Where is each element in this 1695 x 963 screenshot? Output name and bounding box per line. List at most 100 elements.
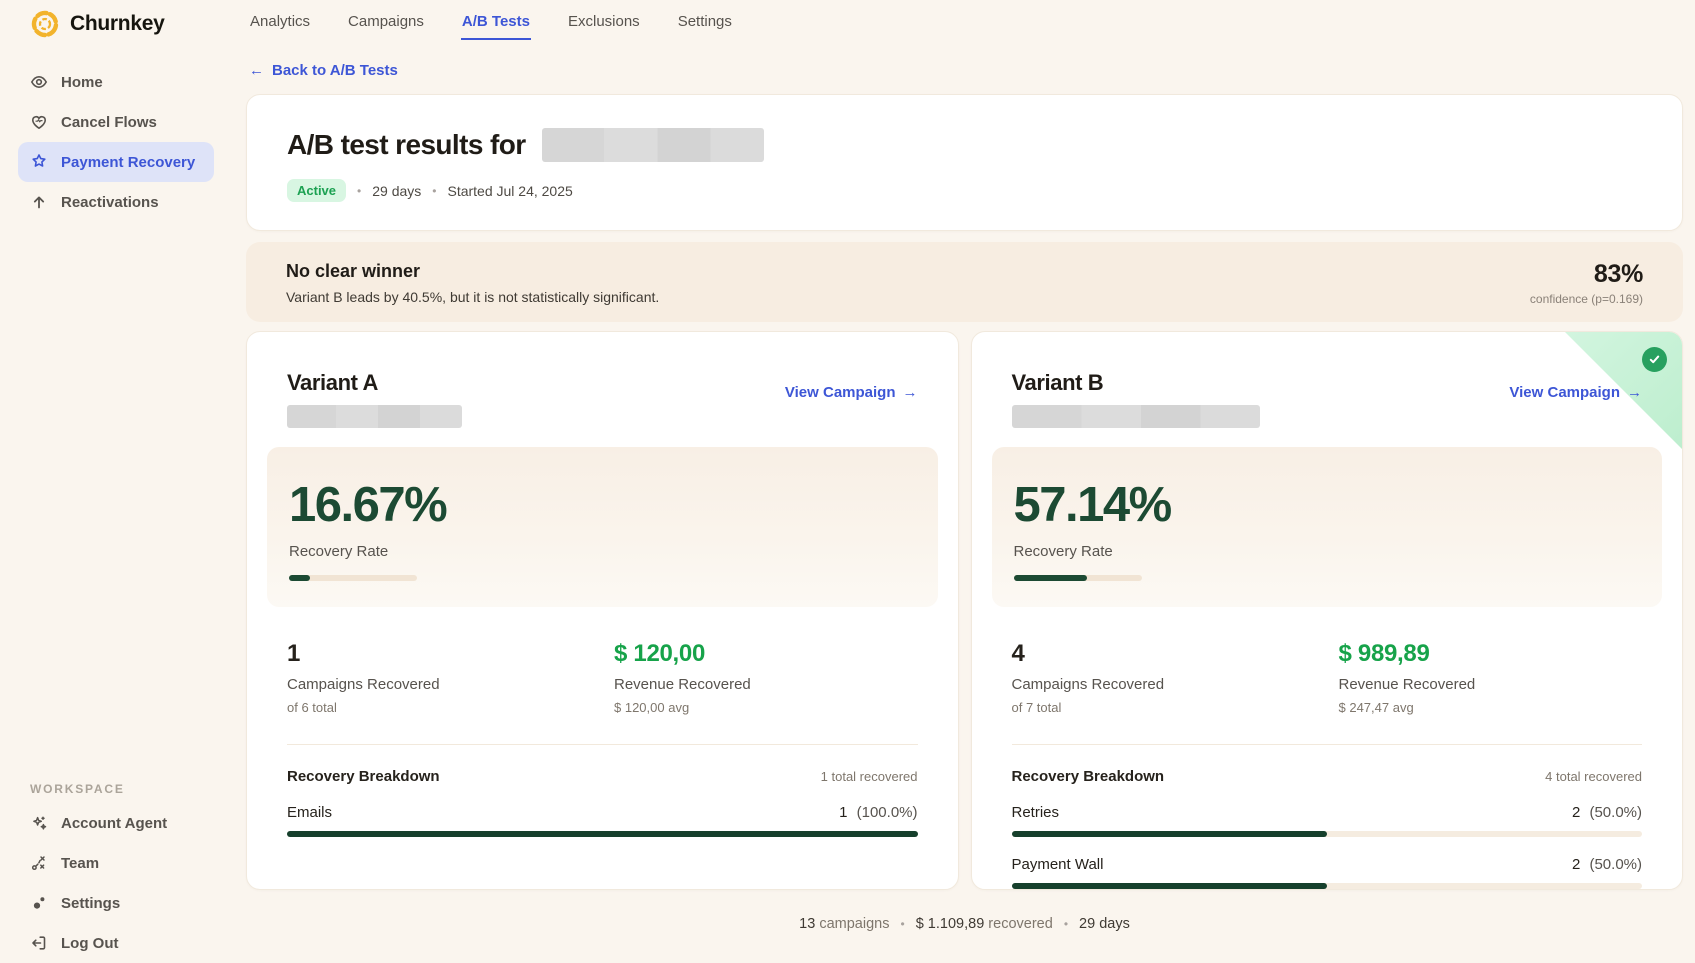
status-badge: Active: [287, 179, 346, 202]
campaigns-total-text: of 6 total: [287, 700, 614, 715]
recovery-rate-label: Recovery Rate: [1014, 543, 1641, 560]
sidebar-item-label: Settings: [61, 895, 120, 912]
star-icon: [30, 153, 48, 171]
campaigns-recovered-value: 1: [287, 640, 614, 668]
revenue-avg-text: $ 247,47 avg: [1339, 700, 1476, 715]
confidence-label: confidence (p=0.169): [1530, 292, 1643, 306]
breakdown-title: Recovery Breakdown: [1012, 768, 1165, 785]
recovery-rate-bar-fill: [289, 575, 310, 581]
sidebar-item-account-agent[interactable]: Account Agent: [18, 803, 214, 843]
arrow-up-icon: [30, 193, 48, 211]
back-link-label: Back to A/B Tests: [272, 62, 398, 79]
recovery-rate-bar-fill: [1014, 575, 1087, 581]
workspace-label: WORKSPACE: [18, 782, 214, 796]
revenue-recovered-value: $ 989,89: [1339, 640, 1476, 668]
sidebar-item-label: Log Out: [61, 935, 118, 952]
recovery-breakdown: Recovery Breakdown 4 total recovered Ret…: [972, 745, 1683, 889]
sidebar-nav: Home Cancel Flows Payment Recovery: [18, 62, 214, 222]
breakdown-label: Payment Wall: [1012, 856, 1104, 873]
sidebar-item-payment-recovery[interactable]: Payment Recovery: [18, 142, 214, 182]
meta-separator: •: [432, 184, 436, 198]
sidebar-item-label: Cancel Flows: [61, 114, 157, 131]
breakdown-value: 2: [1572, 856, 1580, 873]
view-campaign-label: View Campaign: [785, 384, 896, 401]
sidebar: Home Cancel Flows Payment Recovery: [0, 0, 228, 947]
result-banner: No clear winner Variant B leads by 40.5%…: [246, 242, 1683, 322]
logout-icon: [30, 934, 48, 952]
winner-check-icon: [1642, 347, 1667, 372]
sidebar-item-cancel-flows[interactable]: Cancel Flows: [18, 102, 214, 142]
campaigns-recovered-label: Campaigns Recovered: [287, 676, 614, 693]
view-campaign-link[interactable]: View Campaign →: [785, 384, 918, 401]
summary-separator: •: [900, 917, 904, 931]
view-campaign-link[interactable]: View Campaign →: [1509, 384, 1642, 401]
breakdown-row-retries: Retries 2 (50.0%): [1012, 804, 1643, 837]
recovery-rate-bar-track: [1014, 575, 1142, 581]
summary-campaigns-value: 13: [799, 916, 815, 932]
campaigns-recovered-label: Campaigns Recovered: [1012, 676, 1339, 693]
breakdown-bar-fill: [1012, 883, 1327, 889]
breakdown-row-emails: Emails 1 (100.0%): [287, 804, 918, 837]
variant-name: Variant A: [287, 370, 462, 396]
back-arrow-icon: ←: [249, 62, 264, 79]
breakdown-value: 2: [1572, 804, 1580, 821]
recovery-rate-label: Recovery Rate: [289, 543, 916, 560]
sidebar-item-label: Payment Recovery: [61, 154, 195, 171]
back-to-ab-tests-link[interactable]: ← Back to A/B Tests: [249, 62, 398, 79]
summary-days-value: 29 days: [1079, 916, 1130, 932]
recovery-rate-value: 57.14%: [1014, 481, 1641, 530]
banner-subtitle: Variant B leads by 40.5%, but it is not …: [286, 289, 659, 305]
revenue-recovered-stat: $ 120,00 Revenue Recovered $ 120,00 avg: [614, 640, 751, 715]
started-text: Started Jul 24, 2025: [447, 183, 572, 199]
recovery-rate-bar-track: [289, 575, 417, 581]
strategy-icon: [30, 854, 48, 872]
redacted-campaign-name: [287, 405, 462, 428]
sidebar-item-settings[interactable]: Settings: [18, 883, 214, 923]
sidebar-item-team[interactable]: Team: [18, 843, 214, 883]
recovery-rate-panel: 57.14% Recovery Rate: [992, 447, 1663, 607]
summary-campaigns-label: campaigns: [819, 916, 889, 932]
sidebar-item-label: Team: [61, 855, 99, 872]
sidebar-item-log-out[interactable]: Log Out: [18, 923, 214, 963]
revenue-recovered-label: Revenue Recovered: [1339, 676, 1476, 693]
sidebar-item-reactivations[interactable]: Reactivations: [18, 182, 214, 222]
breakdown-bar-track: [1012, 883, 1643, 889]
recovery-rate-value: 16.67%: [289, 481, 916, 530]
breakdown-label: Emails: [287, 804, 332, 821]
variant-a-card: Variant A View Campaign → 16.67% Recover…: [246, 331, 959, 890]
heart-icon: [30, 113, 48, 131]
forward-arrow-icon: →: [903, 384, 918, 401]
breakdown-percent: (50.0%): [1589, 804, 1642, 821]
sidebar-item-label: Reactivations: [61, 194, 159, 211]
sidebar-item-label: Account Agent: [61, 815, 167, 832]
breakdown-total: 1 total recovered: [821, 769, 918, 784]
variant-cards: Variant A View Campaign → 16.67% Recover…: [246, 331, 1683, 890]
confidence-value: 83%: [1530, 260, 1643, 289]
breakdown-label: Retries: [1012, 804, 1060, 821]
breakdown-bar-track: [287, 831, 918, 837]
campaigns-recovered-value: 4: [1012, 640, 1339, 668]
dots-icon: [30, 894, 48, 912]
workspace-section: WORKSPACE Account Agent Team: [18, 782, 214, 963]
recovery-breakdown: Recovery Breakdown 1 total recovered Ema…: [247, 745, 958, 837]
breakdown-value: 1: [839, 804, 847, 821]
breakdown-percent: (50.0%): [1589, 856, 1642, 873]
breakdown-bar-track: [1012, 831, 1643, 837]
sparkles-icon: [30, 814, 48, 832]
breakdown-percent: (100.0%): [857, 804, 918, 821]
redacted-campaign-name: [1012, 405, 1260, 428]
summary-footer: 13 campaigns • $ 1.109,89 recovered • 29…: [246, 916, 1683, 932]
revenue-recovered-value: $ 120,00: [614, 640, 751, 668]
campaigns-recovered-stat: 1 Campaigns Recovered of 6 total: [287, 640, 614, 715]
breakdown-row-payment-wall: Payment Wall 2 (50.0%): [1012, 856, 1643, 889]
banner-title: No clear winner: [286, 261, 659, 282]
sidebar-item-label: Home: [61, 74, 103, 91]
variant-name: Variant B: [1012, 370, 1260, 396]
main-content: ← Back to A/B Tests A/B test results for…: [228, 0, 1695, 932]
revenue-avg-text: $ 120,00 avg: [614, 700, 751, 715]
sidebar-item-home[interactable]: Home: [18, 62, 214, 102]
revenue-recovered-label: Revenue Recovered: [614, 676, 751, 693]
breakdown-total: 4 total recovered: [1545, 769, 1642, 784]
summary-recovered-value: $ 1.109,89: [916, 916, 985, 932]
test-header-card: A/B test results for Active • 29 days • …: [246, 94, 1683, 231]
